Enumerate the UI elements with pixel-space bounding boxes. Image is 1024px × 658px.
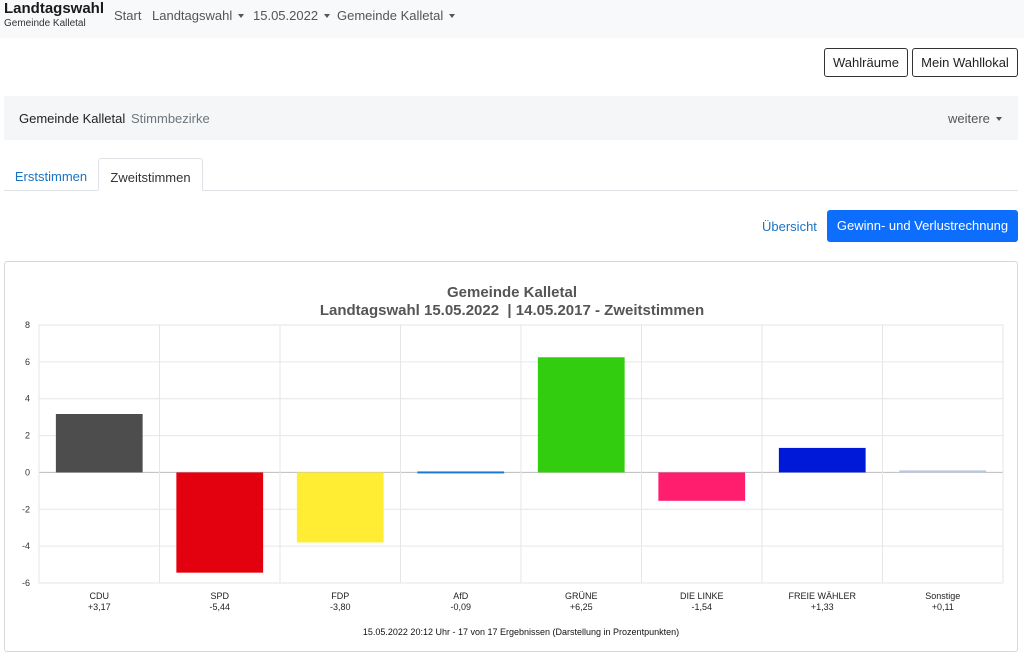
subnav-gemeinde[interactable]: Gemeinde Kalletal [19,111,125,127]
bar-sonstige[interactable] [899,470,987,473]
x-category-label: AfD [453,591,469,601]
nav-election-dropdown[interactable]: Landtagswahl [152,8,245,24]
x-value-label: -1,54 [691,602,712,612]
nav-municipality-label: Gemeinde Kalletal [337,8,444,23]
bar-fdp[interactable] [296,472,384,543]
subnav-stimmbezirke[interactable]: Stimmbezirke [131,111,210,127]
y-tick-label: -2 [22,504,30,514]
nav-start[interactable]: Start [114,8,141,24]
nav-date-label: 15.05.2022 [253,8,319,23]
x-value-label: -0,09 [450,602,471,612]
sub-navbar: Gemeinde Kalletal Stimmbezirke weitere [4,96,1018,140]
x-value-label: -3,80 [330,602,351,612]
subnav-weitere-label: weitere [948,111,990,126]
chevron-down-icon [449,13,456,18]
nav-date-dropdown[interactable]: 15.05.2022 [253,8,331,24]
brand-subtitle: Gemeinde Kalletal [4,18,86,29]
bar-freie-wähler[interactable] [778,447,866,473]
x-value-label: +3,17 [88,602,111,612]
gewinn-verlust-button[interactable]: Gewinn- und Verlustrechnung [827,210,1018,242]
x-value-label: -5,44 [209,602,230,612]
chevron-down-icon [238,13,245,18]
y-tick-label: 4 [25,394,30,404]
bar-afd[interactable] [417,471,505,474]
x-category-label: Sonstige [925,591,960,601]
bar-chart: Gemeinde Kalletal Landtagswahl 15.05.202… [22,284,1004,637]
x-category-label: FREIE WÄHLER [788,591,856,601]
x-value-label: +0,11 [932,602,954,612]
brand-title: Landtagswahl [4,0,105,17]
y-tick-label: 2 [25,431,30,441]
x-category-label: FDP [331,591,349,601]
x-category-label: DIE LINKE [680,591,724,601]
chart-footnote: 15.05.2022 20:12 Uhr - 17 von 17 Ergebni… [363,627,679,637]
chart-title: Gemeinde Kalletal [447,284,577,301]
nav-election-label: Landtagswahl [152,8,233,23]
uebersicht-link[interactable]: Übersicht [762,219,817,235]
chevron-down-icon [324,13,331,18]
chevron-down-icon [995,116,1002,121]
x-value-label: +6,25 [570,602,593,612]
bar-cdu[interactable] [55,414,143,473]
nav-municipality-dropdown[interactable]: Gemeinde Kalletal [337,8,456,24]
chart-card: Gemeinde Kalletal Landtagswahl 15.05.202… [4,261,1018,652]
x-category-label: GRÜNE [565,591,598,601]
x-value-label: +1,33 [811,602,834,612]
bar-grüne[interactable] [537,357,625,473]
bar-die-linke[interactable] [658,472,746,501]
mein-wahllokal-button[interactable]: Mein Wahllokal [912,48,1018,77]
tab-erststimmen[interactable]: Erststimmen [4,158,98,191]
tab-zweitstimmen[interactable]: Zweitstimmen [98,158,203,191]
chart-subtitle: Landtagswahl 15.05.2022 | 14.05.2017 - Z… [320,302,704,319]
y-tick-label: 8 [25,320,30,330]
y-tick-label: -4 [22,541,30,551]
wahlraeume-button[interactable]: Wahlräume [824,48,908,77]
y-tick-label: -6 [22,578,30,588]
bar-spd[interactable] [176,472,264,573]
subnav-weitere-dropdown[interactable]: weitere [948,111,1002,127]
brand[interactable]: Landtagswahl Gemeinde Kalletal [4,1,104,30]
x-category-label: SPD [210,591,229,601]
top-navbar: Landtagswahl Gemeinde Kalletal Start Lan… [0,0,1024,38]
y-tick-label: 6 [25,357,30,367]
x-category-label: CDU [90,591,110,601]
y-tick-label: 0 [25,467,30,477]
